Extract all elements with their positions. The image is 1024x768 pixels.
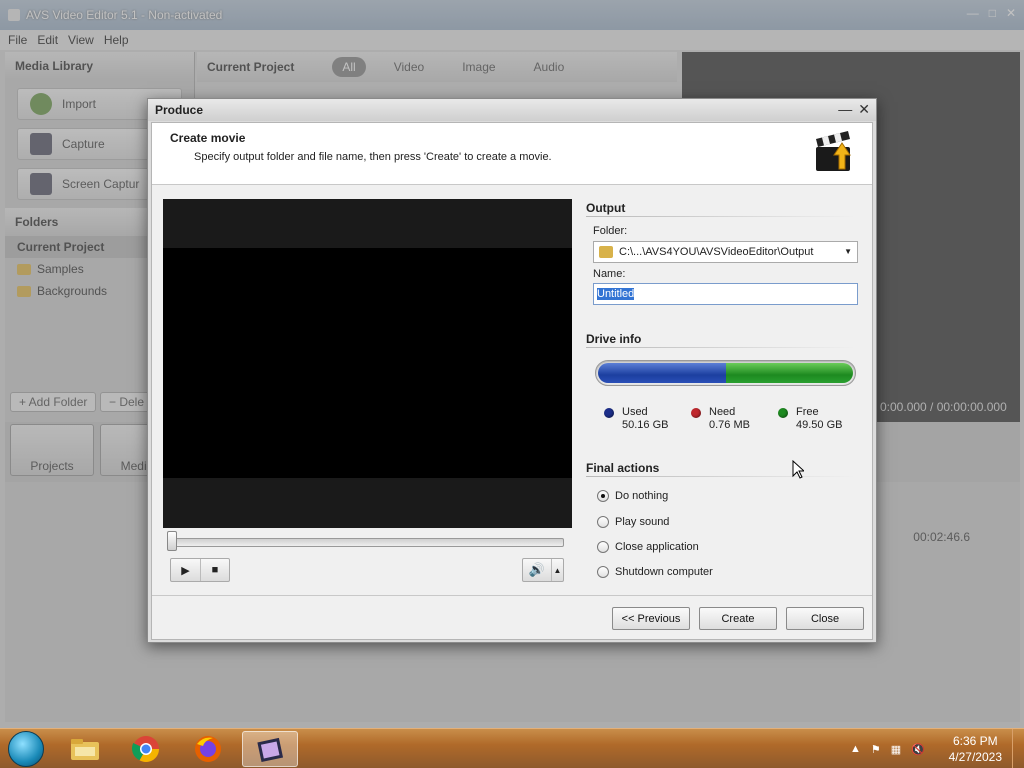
previous-button[interactable]: << Previous (612, 607, 690, 630)
radio-button[interactable] (597, 516, 609, 528)
name-label: Name: (593, 268, 626, 280)
radio-button[interactable] (597, 490, 609, 502)
header-title: Create movie (170, 131, 246, 145)
taskbar: ▲ ⚑ ▦ 🔇 6:36 PM 4/27/2023 (0, 728, 1024, 768)
folder-label: Folder: (593, 225, 628, 237)
need-value: 0.76 MB (709, 419, 750, 431)
need-dot (691, 408, 701, 418)
radio-close-application[interactable]: Close application (597, 541, 699, 553)
legend-need: Need 0.76 MB (691, 406, 750, 431)
seek-thumb[interactable] (167, 531, 177, 551)
folder-icon (599, 246, 613, 258)
drive-free-fill (726, 363, 853, 383)
volume-muted-icon[interactable]: 🔇 (911, 743, 925, 756)
folder-value: C:\...\AVS4YOU\AVSVideoEditor\Output (619, 246, 814, 258)
start-button[interactable] (8, 731, 44, 767)
header-subtitle: Specify output folder and file name, the… (194, 151, 552, 163)
radio-label: Close application (615, 541, 699, 553)
radio-label: Play sound (615, 516, 670, 528)
create-button[interactable]: Create (699, 607, 777, 630)
tray-expand-icon[interactable]: ▲ (850, 743, 861, 755)
radio-shutdown-computer[interactable]: Shutdown computer (597, 566, 713, 578)
need-label: Need (709, 406, 736, 418)
used-value: 50.16 GB (622, 419, 669, 431)
clock-date: 4/27/2023 (948, 750, 1002, 764)
output-divider (586, 216, 856, 217)
used-label: Used (622, 406, 648, 418)
clock-time: 6:36 PM (952, 734, 998, 748)
speaker-icon: 🔊 (528, 562, 546, 577)
system-tray: ▲ ⚑ ▦ 🔇 (850, 729, 925, 768)
free-dot (778, 408, 788, 418)
chevron-down-icon: ▼ (844, 247, 852, 256)
playback-controls: ▶ ■ (170, 558, 230, 582)
network-icon[interactable]: ▦ (891, 743, 901, 756)
firefox-icon[interactable] (180, 731, 236, 767)
footer-divider (152, 595, 872, 596)
drive-info-section-title: Drive info (586, 332, 642, 346)
mouse-cursor-icon (792, 460, 804, 479)
radio-play-sound[interactable]: Play sound (597, 516, 669, 528)
seek-bar[interactable] (168, 538, 564, 547)
video-preview (163, 199, 572, 528)
volume-dropdown-button[interactable]: ▲ (551, 559, 563, 581)
free-label: Free (796, 406, 819, 418)
final-actions-divider (586, 476, 856, 477)
output-section-title: Output (586, 201, 626, 215)
stop-icon: ■ (211, 564, 219, 576)
stop-button[interactable]: ■ (200, 559, 229, 581)
radio-button[interactable] (597, 566, 609, 578)
dialog-body: Create movie Specify output folder and f… (151, 122, 873, 640)
volume-control: 🔊 ▲ (522, 558, 564, 582)
dialog-header: Create movie Specify output folder and f… (152, 123, 872, 185)
legend-free: Free 49.50 GB (778, 406, 842, 431)
close-button[interactable]: Close (786, 607, 864, 630)
drive-used-fill (598, 363, 726, 383)
action-center-flag-icon[interactable]: ⚑ (871, 743, 881, 756)
letterbox-bottom (163, 478, 572, 528)
play-icon: ▶ (181, 564, 190, 577)
free-value: 49.50 GB (796, 419, 843, 431)
letterbox-top (163, 199, 572, 248)
volume-button[interactable]: 🔊 (523, 559, 551, 581)
clapperboard-icon (816, 131, 851, 171)
radio-button[interactable] (597, 541, 609, 553)
radio-label: Shutdown computer (615, 566, 713, 578)
legend-used: Used 50.16 GB (604, 406, 668, 431)
close-icon[interactable]: ✕ (858, 101, 870, 118)
dialog-window-controls: — ✕ (838, 101, 870, 118)
folder-dropdown[interactable]: C:\...\AVS4YOU\AVSVideoEditor\Output ▼ (593, 241, 858, 263)
show-desktop-button[interactable] (1012, 729, 1024, 768)
drive-usage-bar (595, 360, 856, 386)
name-field[interactable] (593, 283, 858, 305)
drive-info-divider (586, 347, 856, 348)
minimize-icon[interactable]: — (838, 101, 852, 118)
clock[interactable]: 6:36 PM 4/27/2023 (949, 733, 1002, 765)
radio-label: Do nothing (615, 490, 669, 502)
used-dot (604, 408, 614, 418)
chrome-icon[interactable] (118, 731, 174, 767)
file-explorer-icon[interactable] (57, 731, 113, 767)
radio-do-nothing[interactable]: Do nothing (597, 490, 668, 502)
play-button[interactable]: ▶ (171, 559, 200, 581)
dialog-title: Produce (148, 99, 876, 121)
produce-dialog: Produce — ✕ Create movie Specify output … (147, 98, 877, 643)
avs-video-editor-icon[interactable] (242, 731, 298, 767)
triangle-up-icon: ▲ (553, 565, 562, 575)
final-actions-section-title: Final actions (586, 461, 660, 475)
